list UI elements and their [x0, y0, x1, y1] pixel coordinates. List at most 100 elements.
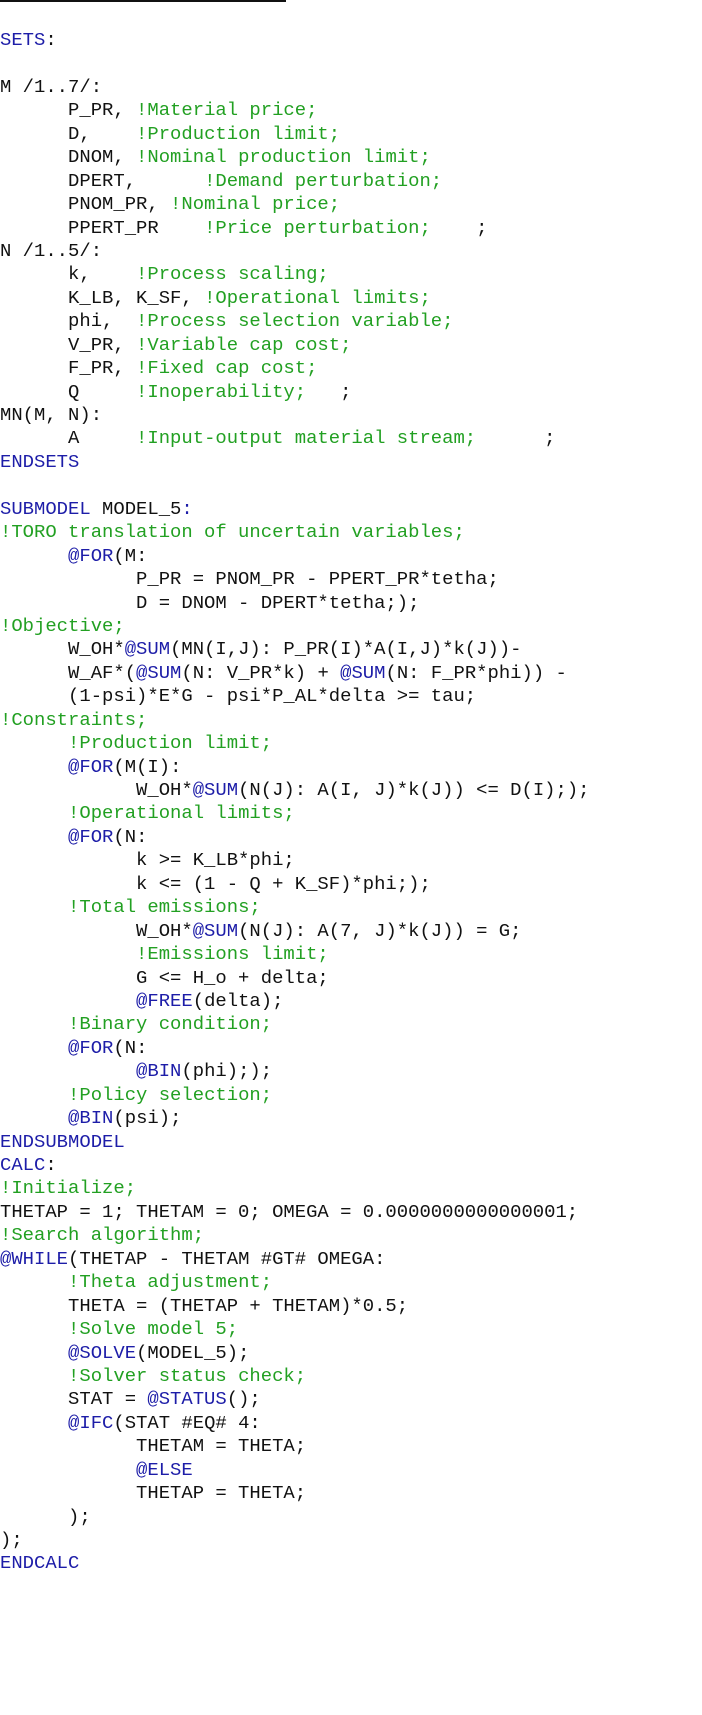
keyword-token: SUBMODEL [0, 497, 91, 520]
code-line: W_AF*(@SUM(N: V_PR*k) + @SUM(N: F_PR*phi… [0, 662, 590, 685]
keyword-token: @FOR [68, 544, 114, 567]
keyword-token: @SOLVE [68, 1341, 137, 1364]
keyword-token: ENDSETS [0, 450, 80, 473]
code-line: ); [0, 1506, 590, 1529]
code-line: !Binary condition; [0, 1013, 590, 1036]
code-token: ; [476, 427, 556, 450]
keyword-token: @BIN [68, 1107, 114, 1130]
code-line: @ELSE [0, 1459, 590, 1482]
comment-token: !Nominal production limit; [136, 146, 431, 169]
code-line: P_PR, !Material price; [0, 99, 590, 122]
comment-token: !Objective; [0, 614, 125, 637]
code-line: @FREE(delta); [0, 990, 590, 1013]
comment-token: !Binary condition; [68, 1013, 273, 1036]
code-line: W_OH*@SUM(MN(I,J): P_PR(I)*A(I,J)*k(J))- [0, 638, 590, 661]
keyword-token: @SUM [192, 779, 239, 801]
code-token: (M: [113, 544, 148, 567]
code-token: THETAP = THETA; [0, 1482, 307, 1505]
code-token: D, [0, 122, 137, 145]
code-token: k >= K_LB*phi; [0, 849, 295, 872]
comment-token: !Theta adjustment; [68, 1271, 273, 1294]
keyword-token: @STATUS [147, 1388, 227, 1411]
code-line: @SOLVE(MODEL_5); [0, 1342, 590, 1365]
comment-token: !Material price; [136, 99, 318, 122]
keyword-token: ENDSUBMODEL [0, 1130, 125, 1153]
code-line: THETAP = 1; THETAM = 0; OMEGA = 0.000000… [0, 1201, 590, 1224]
code-line: CALC: [0, 1154, 590, 1177]
code-token: DNOM, [0, 146, 137, 169]
comment-token: !Price perturbation; [204, 216, 431, 239]
code-token: G <= H_o + delta; [0, 966, 329, 989]
code-token: K_LB, K_SF, [0, 286, 205, 309]
comment-token: !Solve model 5; [68, 1318, 239, 1341]
code-token: (); [226, 1388, 261, 1411]
code-line: @WHILE(THETAP - THETAM #GT# OMEGA: [0, 1248, 590, 1271]
code-line: ENDSETS [0, 451, 590, 474]
code-token: (phi);); [181, 1060, 273, 1083]
code-line: !Operational limits; [0, 802, 590, 825]
code-token: W_OH* [0, 779, 193, 801]
code-token: : [45, 29, 57, 51]
code-token: DPERT, [0, 169, 205, 192]
code-line: V_PR, !Variable cap cost; [0, 334, 590, 357]
code-token: (N(J): A(7, J)*k(J)) = G; [238, 919, 522, 942]
code-line: k >= K_LB*phi; [0, 849, 590, 872]
code-line: phi, !Process selection variable; [0, 310, 590, 333]
code-line: THETA = (THETAP + THETAM)*0.5; [0, 1295, 590, 1318]
code-token: PNOM_PR, [0, 193, 171, 216]
code-line: MN(M, N): [0, 404, 590, 427]
code-line: !Total emissions; [0, 896, 590, 919]
code-line: G <= H_o + delta; [0, 967, 590, 990]
code-line: @FOR(N: [0, 826, 590, 849]
keyword-token: : [181, 497, 193, 520]
code-line: @FOR(M: [0, 545, 590, 568]
comment-token: !Operational limits; [68, 802, 295, 825]
code-line: !Initialize; [0, 1177, 590, 1200]
code-token: MN(M, N): [0, 404, 103, 426]
code-token: N /1..5/: [0, 239, 103, 262]
comment-token: !Production limit; [68, 732, 273, 755]
code-line: K_LB, K_SF, !Operational limits; [0, 287, 590, 310]
code-line: @IFC(STAT #EQ# 4: [0, 1412, 590, 1435]
code-line: THETAM = THETA; [0, 1435, 590, 1458]
code-line: Q !Inoperability; ; [0, 381, 590, 404]
code-token: (MN(I,J): P_PR(I)*A(I,J)*k(J))- [170, 638, 522, 661]
keyword-token: @WHILE [0, 1247, 69, 1270]
code-token: ; [430, 216, 488, 239]
code-token: PPERT_PR [0, 216, 205, 239]
code-token: THETA = (THETAP + THETAM)*0.5; [0, 1294, 409, 1317]
code-token: (delta); [192, 989, 284, 1012]
comment-token: !Process scaling; [136, 263, 329, 286]
code-token: (N: [113, 825, 148, 848]
keyword-token: @FOR [68, 755, 114, 778]
code-token: (N: [113, 1036, 148, 1059]
comment-token: !Input-output material stream; [136, 427, 477, 450]
keyword-token: @FOR [68, 825, 114, 848]
comment-token: !Inoperability; [136, 380, 307, 403]
code-line: W_OH*@SUM(N(J): A(7, J)*k(J)) = G; [0, 920, 590, 943]
code-token: (1-psi)*E*G - psi*P_AL*delta >= tau; [0, 685, 477, 708]
top-rule-divider [0, 0, 286, 2]
comment-token: !Demand perturbation; [204, 169, 443, 192]
code-token: MODEL_5 [90, 497, 182, 520]
comment-token: !Emissions limit; [136, 943, 329, 966]
comment-token: !Constraints; [0, 708, 148, 731]
code-line: P_PR = PNOM_PR - PPERT_PR*tetha; [0, 568, 590, 591]
code-token: W_OH* [0, 919, 193, 942]
keyword-token: @FOR [68, 1036, 114, 1059]
code-line: D = DNOM - DPERT*tetha;); [0, 592, 590, 615]
code-line: @FOR(N: [0, 1037, 590, 1060]
